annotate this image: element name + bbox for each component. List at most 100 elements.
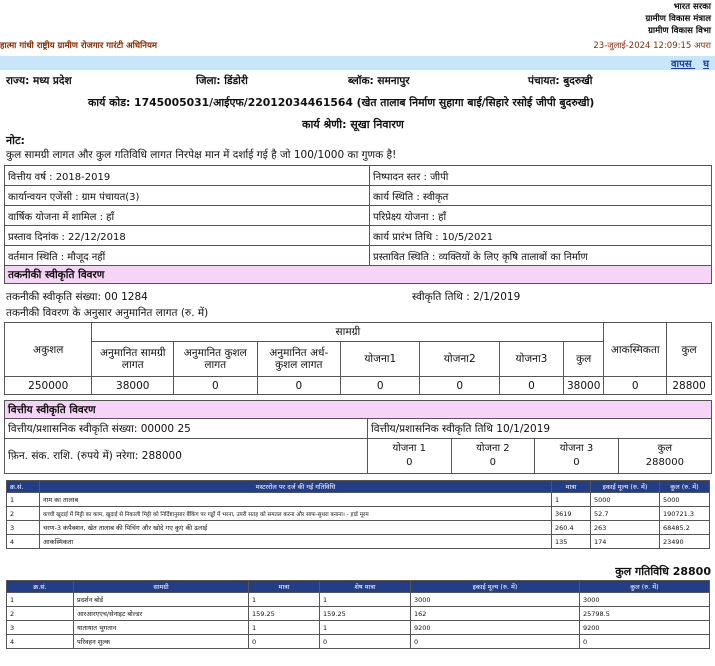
cost-value: 0	[340, 376, 421, 395]
district-label: जिला: डिंडोरी	[196, 75, 248, 87]
details-cell: कार्य स्थिति : स्वीकृत	[369, 185, 712, 206]
financial-y2-label: योजना 2	[476, 443, 510, 454]
activity-name: नाम का तालाब	[39, 492, 552, 507]
state-label: राज्य: मध्य प्रदेश	[6, 75, 72, 87]
activity-total: 190721.3	[659, 506, 710, 521]
table-row: 1 प्रदर्शन बोर्ड 1 1 3000 3000	[6, 592, 710, 607]
cost-header-grand-total: कुल	[666, 322, 712, 377]
materials-header: कुल (रु. में)	[579, 580, 710, 593]
material-name: यातायात भुगतान	[73, 620, 249, 635]
details-row: वर्तमान स्थिति : मौजूद नहीं प्रस्तावित स…	[4, 245, 712, 266]
financial-total-cell: कुल 288000	[617, 438, 713, 474]
details-cell: वित्तीय वर्ष : 2018-2019	[4, 165, 370, 186]
cost-value: 0	[498, 376, 564, 395]
cost-group-row: अकुशल सामग्री आकस्मिकता कुल	[3, 322, 712, 377]
financial-y1-value: 0	[406, 457, 413, 468]
note-text: कुल सामग्री लागत और कुल गतिविधि लागत निर…	[6, 149, 397, 161]
table-row: 3 चरण-3 कंपैक्शन, खेत तालाब की पिचिंग और…	[6, 520, 710, 535]
activity-total: 68485.2	[659, 520, 710, 535]
back-link-extra[interactable]: घ	[703, 59, 709, 70]
activity-rate: 5000	[590, 492, 660, 507]
cost-header-unskilled: अकुशल	[3, 322, 93, 377]
panchayat-label: पंचायत: बुदरुखी	[528, 75, 593, 87]
details-cell: कार्यान्वयन एजेंसी : ग्राम पंचायत(3)	[4, 185, 370, 206]
back-link-label[interactable]: वापस	[671, 59, 692, 70]
nav-bar	[0, 56, 715, 70]
materials-table: क्र.सं. सामग्री मात्रा शेष मात्रा इकाई म…	[6, 580, 710, 649]
table-row: 2 कच्ची खुदाई में मिट्टी का काम, खुदाई स…	[6, 506, 710, 521]
technical-header-row: तकनीकी स्वीकृति विवरण	[4, 265, 712, 284]
table-row: 1 नाम का तालाब 1 5000 5000	[6, 492, 710, 507]
cost-header-total: कुल	[562, 341, 605, 377]
activity-name: चरण-3 कंपैक्शन, खेत तालाब की पिचिंग और ख…	[39, 520, 552, 535]
material-total: 3000	[579, 592, 710, 607]
financial-y3-label: योजना 3	[559, 443, 594, 454]
financial-y1-cell: योजना 1 0	[367, 438, 452, 474]
financial-total-value: 288000	[645, 457, 684, 468]
details-cell: प्रस्ताव दिनांक : 22/12/2018	[4, 225, 370, 246]
financial-header: वित्तीय स्वीकृति विवरण	[4, 400, 712, 419]
block-label: ब्लॉक: समनापुर	[348, 75, 410, 87]
financial-number-row: वित्तीय/प्रशासनिक स्वीकृति संख्या: 00000…	[4, 418, 712, 439]
material-qty: 0	[248, 634, 320, 649]
activity-name: कच्ची खुदाई में मिट्टी का काम, खुदाई से …	[39, 506, 552, 521]
cost-value: 38000	[562, 376, 605, 395]
cost-header-material: सामग्री	[91, 322, 605, 342]
work-category: कार्य श्रेणी: सूखा निवारण	[302, 118, 404, 131]
material-remaining: 159.25	[319, 606, 411, 621]
table-row: 2 आरआरएएच/सेनाइट बोल्डर 159.25 159.25 16…	[6, 606, 710, 621]
activity-name: आकस्मिकता	[39, 534, 552, 549]
details-cell: वर्तमान स्थिति : मौजूद नहीं	[4, 245, 370, 266]
materials-header: सामग्री	[73, 580, 249, 593]
gov-line-3: ग्रामीण विकास विभा	[648, 26, 711, 36]
financial-y3-value: 0	[573, 457, 580, 468]
details-cell: प्रस्तावित स्थिति : व्यक्तियों के लिए कृ…	[369, 245, 712, 266]
scheme-name: हात्मा गांधी राष्ट्रीय ग्रामीण रोजगार गा…	[0, 41, 158, 51]
activity-rate: 263	[590, 520, 660, 535]
technical-number: तकनीकी स्वीकृति संख्या: 00 1284	[6, 291, 148, 303]
activity-total: 5000	[659, 492, 710, 507]
scheme-bar: हात्मा गांधी राष्ट्रीय ग्रामीण रोजगार गा…	[0, 40, 715, 51]
activities-table: क्र.सं. मस्टररोल पर दर्ज की गई गतिविधि म…	[6, 480, 710, 549]
activity-sno: 4	[6, 534, 40, 549]
details-cell: कार्य प्रारंभ तिथि : 10/5/2021	[369, 225, 712, 246]
cost-table: अकुशल सामग्री आकस्मिकता कुल अनुमानित साम…	[3, 322, 712, 395]
cost-value: 28800	[666, 376, 712, 395]
financial-y2-value: 0	[489, 457, 497, 468]
activity-qty: 1	[551, 492, 591, 507]
activities-header: इकाई मूल्य (रु. में)	[590, 480, 660, 493]
activity-qty: 260.4	[551, 520, 591, 535]
details-row: वित्तीय वर्ष : 2018-2019 निष्पादन स्तर :…	[4, 165, 712, 186]
material-name: परिवहन शुल्क	[73, 634, 249, 649]
activities-header: मस्टररोल पर दर्ज की गई गतिविधि	[39, 480, 552, 493]
financial-total-label: कुल	[657, 443, 673, 454]
note-title: नोट:	[6, 134, 25, 147]
material-sno: 3	[6, 620, 74, 635]
material-total: 9200	[579, 620, 710, 635]
work-details-table: वित्तीय वर्ष : 2018-2019 निष्पादन स्तर :…	[4, 165, 712, 284]
material-rate: 9200	[410, 620, 580, 635]
material-remaining: 0	[319, 634, 411, 649]
gov-line-2: ग्रामीण विकास मंत्राल	[645, 14, 712, 24]
activity-rate: 52.7	[590, 506, 660, 521]
cost-header-y2: योजना2	[419, 341, 500, 377]
activities-header: कुल (रु. में)	[659, 480, 710, 493]
back-link[interactable]: वापस घ	[671, 56, 709, 70]
material-qty: 159.25	[248, 606, 320, 621]
cost-header-skilled: अनुमानित कुशल लागत	[173, 341, 258, 377]
details-row: कार्यान्वयन एजेंसी : ग्राम पंचायत(3) कार…	[4, 185, 712, 206]
financial-date: वित्तीय/प्रशासनिक स्वीकृति तिथि 10/1/201…	[367, 418, 712, 439]
material-total: 25798.5	[579, 606, 710, 621]
activity-total: 23490	[659, 534, 710, 549]
estimate-label: तकनीकी विवरण के अनुसार अनुमानित लागत (रु…	[6, 307, 209, 319]
datetime: 23-जुलाई-2024 12:09:15 अपरा	[593, 41, 711, 51]
financial-y1-label: योजना 1	[392, 443, 427, 454]
table-row: 3 यातायात भुगतान 1 1 9200 9200	[6, 620, 710, 635]
material-qty: 1	[248, 592, 320, 607]
financial-amount-row: फ़िन. संक. राशि. (रुपये में) नरेगा: 2880…	[4, 438, 713, 474]
material-rate: 162	[410, 606, 580, 621]
activity-sno: 1	[6, 492, 40, 507]
cost-header-semi: अनुमानित अर्ध-कुशल लागत	[256, 341, 342, 377]
details-cell: निष्पादन स्तर : जीपी	[369, 165, 712, 186]
material-qty: 1	[248, 620, 320, 635]
